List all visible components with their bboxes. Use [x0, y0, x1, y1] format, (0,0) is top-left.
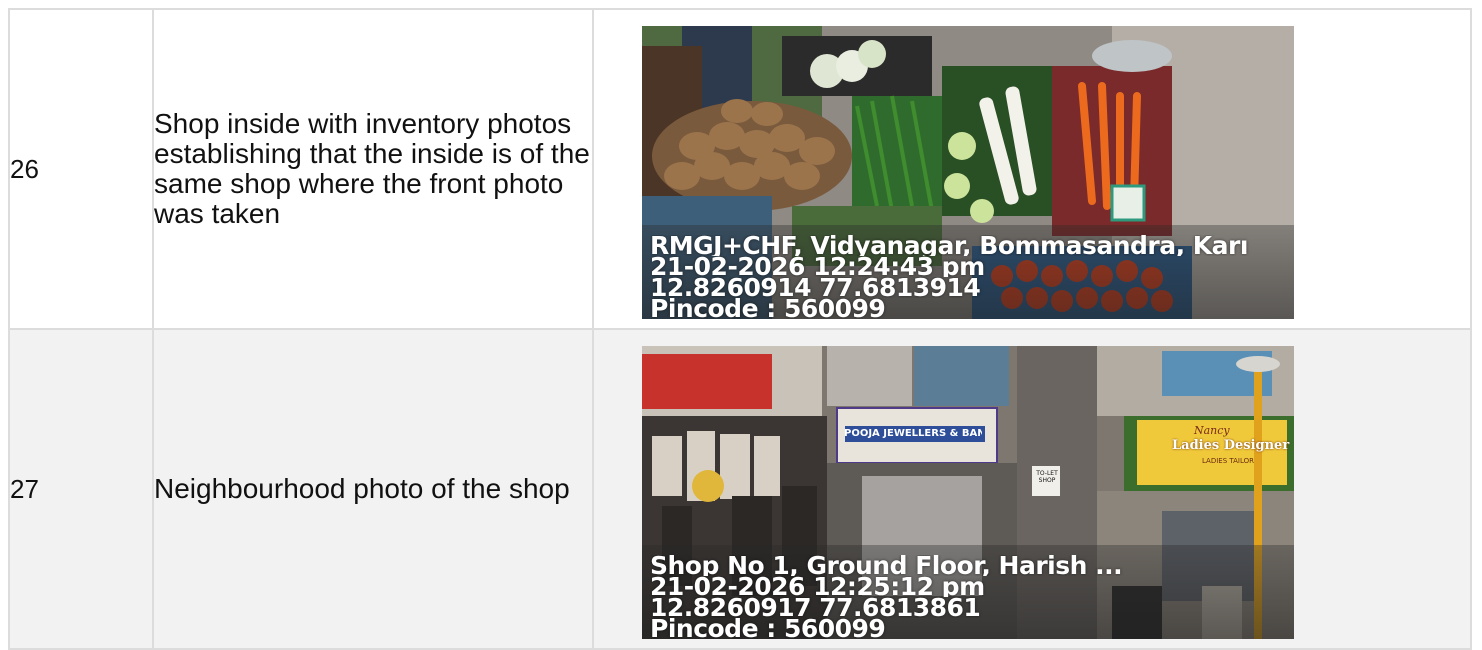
row-number: 26 — [8, 8, 154, 330]
stamp-address: Shop No 1, Ground Floor, Harish ... — [650, 555, 1123, 576]
sign-ladies-tailor: LADIES TAILOR — [1202, 457, 1255, 465]
sign-jewellers: POOJA JEWELLERS & BANKERS — [844, 428, 982, 439]
vegetable-stall-photo[interactable]: RMGJ+CHF, Vidyanagar, Bommasandra, Karı … — [642, 26, 1294, 319]
stamp-datetime: 21-02-2026 12:25:12 pm — [650, 576, 985, 597]
table-row: 27 Neighbourhood photo of the shop POOJA… — [8, 328, 1472, 650]
row-number: 27 — [8, 328, 154, 650]
geo-stamp: RMGJ+CHF, Vidyanagar, Bommasandra, Karı … — [650, 235, 1294, 319]
stamp-coords: 12.8260914 77.6813914 — [650, 277, 981, 298]
photo-cell: RMGJ+CHF, Vidyanagar, Bommasandra, Karı … — [592, 8, 1472, 330]
geo-stamp: Shop No 1, Ground Floor, Harish ... 21-0… — [650, 555, 1294, 639]
sign-to-let: TO-LET SHOP — [1036, 470, 1058, 484]
table-row: 26 Shop inside with inventory photos est… — [8, 8, 1472, 330]
row-description: Neighbourhood photo of the shop — [152, 328, 594, 650]
sign-ladies-designer: Ladies Designer — [1172, 438, 1290, 453]
neighbourhood-photo[interactable]: POOJA JEWELLERS & BANKERS Nancy Ladies D… — [642, 346, 1294, 639]
stamp-pincode: Pincode : 560099 — [650, 618, 886, 639]
evidence-table: 26 Shop inside with inventory photos est… — [8, 8, 1472, 650]
stamp-pincode: Pincode : 560099 — [650, 298, 886, 319]
stamp-address: RMGJ+CHF, Vidyanagar, Bommasandra, Karı — [650, 235, 1248, 256]
sign-nancy: Nancy — [1194, 424, 1230, 437]
photo-cell: POOJA JEWELLERS & BANKERS Nancy Ladies D… — [592, 328, 1472, 650]
stamp-datetime: 21-02-2026 12:24:43 pm — [650, 256, 985, 277]
row-description: Shop inside with inventory photos establ… — [152, 8, 594, 330]
stamp-coords: 12.8260917 77.6813861 — [650, 597, 981, 618]
